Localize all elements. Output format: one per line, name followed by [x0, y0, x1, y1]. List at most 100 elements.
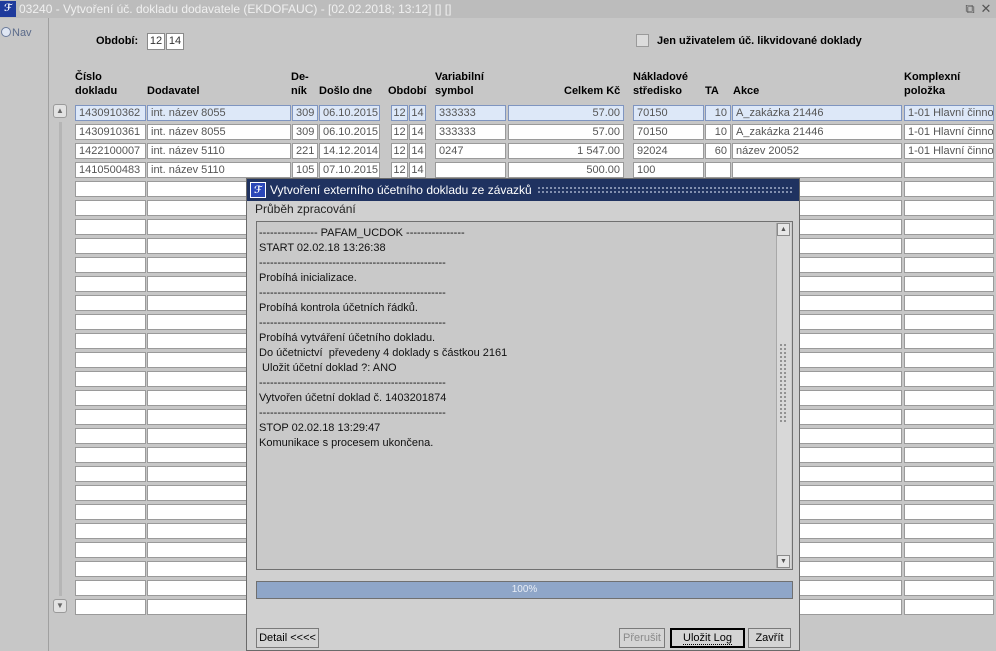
table-cell-cislo[interactable]	[75, 466, 146, 482]
table-cell-cislo[interactable]: 1430910361	[75, 124, 146, 140]
table-cell-komplex[interactable]	[904, 181, 994, 197]
table-cell-komplex[interactable]	[904, 371, 994, 387]
table-cell-cislo[interactable]	[75, 219, 146, 235]
table-cell-komplex[interactable]	[904, 485, 994, 501]
table-cell-denik[interactable]: 221	[292, 143, 318, 159]
table-cell-ta[interactable]: 10	[705, 105, 731, 121]
table-cell-cislo[interactable]	[75, 580, 146, 596]
table-cell-cislo[interactable]	[75, 295, 146, 311]
table-cell-komplex[interactable]	[904, 580, 994, 596]
restore-icon[interactable]: ⧉	[963, 0, 977, 18]
table-cell-vs[interactable]: 333333	[435, 105, 506, 121]
obdobi-field-2[interactable]: 14	[166, 33, 184, 50]
table-cell-akce[interactable]: A_zakázka 21446	[732, 124, 902, 140]
table-cell-ob1[interactable]: 12	[391, 162, 408, 178]
log-scrollbar[interactable]: ▲ ▼	[776, 223, 791, 568]
table-cell-ob2[interactable]: 14	[409, 143, 426, 159]
table-cell-cislo[interactable]: 1422100007	[75, 143, 146, 159]
table-cell-komplex[interactable]	[904, 466, 994, 482]
table-cell-denik[interactable]: 309	[292, 105, 318, 121]
table-cell-komplex[interactable]	[904, 428, 994, 444]
table-cell-cislo[interactable]	[75, 542, 146, 558]
table-cell-ta[interactable]	[705, 162, 731, 178]
table-cell-cislo[interactable]	[75, 238, 146, 254]
table-cell-cislo[interactable]	[75, 447, 146, 463]
table-cell-ob1[interactable]: 12	[391, 143, 408, 159]
table-cell-komplex[interactable]	[904, 219, 994, 235]
table-cell-komplex[interactable]	[904, 542, 994, 558]
table-cell-vs[interactable]: 333333	[435, 124, 506, 140]
table-cell-ob2[interactable]: 14	[409, 124, 426, 140]
table-cell-ob2[interactable]: 14	[409, 162, 426, 178]
nav-button[interactable]: Nav	[1, 27, 32, 39]
table-cell-ta[interactable]: 10	[705, 124, 731, 140]
table-cell-cislo[interactable]	[75, 428, 146, 444]
table-cell-komplex[interactable]	[904, 257, 994, 273]
table-cell-ob1[interactable]: 12	[391, 105, 408, 121]
table-cell-cislo[interactable]	[75, 390, 146, 406]
table-cell-cislo[interactable]	[75, 371, 146, 387]
table-cell-akce[interactable]	[732, 162, 902, 178]
table-scroll-down-icon[interactable]: ▼	[53, 599, 67, 613]
table-cell-naklad[interactable]: 70150	[633, 105, 704, 121]
table-cell-komplex[interactable]: 1-01 Hlavní činnost	[904, 105, 994, 121]
table-cell-cislo[interactable]	[75, 561, 146, 577]
table-scrollbar[interactable]	[59, 122, 62, 596]
table-cell-ta[interactable]: 60	[705, 143, 731, 159]
table-cell-naklad[interactable]: 92024	[633, 143, 704, 159]
table-cell-cislo[interactable]: 1410500483	[75, 162, 146, 178]
table-cell-cislo[interactable]	[75, 485, 146, 501]
log-scroll-up-icon[interactable]: ▲	[777, 223, 790, 236]
table-cell-komplex[interactable]	[904, 523, 994, 539]
table-scroll-up-icon[interactable]: ▲	[53, 104, 67, 118]
table-cell-cislo[interactable]	[75, 523, 146, 539]
table-cell-komplex[interactable]: 1-01 Hlavní činnost	[904, 143, 994, 159]
table-cell-komplex[interactable]	[904, 333, 994, 349]
table-cell-komplex[interactable]	[904, 295, 994, 311]
table-cell-cislo[interactable]	[75, 504, 146, 520]
table-cell-dodavatel[interactable]: int. název 5110	[147, 143, 291, 159]
table-cell-komplex[interactable]	[904, 314, 994, 330]
table-cell-komplex[interactable]	[904, 409, 994, 425]
detail-button[interactable]: Detail <<<<	[256, 628, 319, 648]
table-cell-komplex[interactable]	[904, 352, 994, 368]
dialog-titlebar[interactable]: ℱ Vytvoření externího účetního dokladu z…	[247, 179, 799, 201]
zavrit-button[interactable]: Zavřít	[748, 628, 791, 648]
table-cell-komplex[interactable]	[904, 162, 994, 178]
table-cell-akce[interactable]: A_zakázka 21446	[732, 105, 902, 121]
table-cell-dodavatel[interactable]: int. název 8055	[147, 124, 291, 140]
table-cell-celkem[interactable]: 57.00	[508, 124, 624, 140]
table-cell-celkem[interactable]: 1 547.00	[508, 143, 624, 159]
dialog-drag-grip[interactable]	[537, 186, 792, 194]
table-cell-cislo[interactable]	[75, 599, 146, 615]
table-cell-komplex[interactable]	[904, 390, 994, 406]
table-cell-celkem[interactable]: 57.00	[508, 105, 624, 121]
table-cell-komplex[interactable]: 1-01 Hlavní činnost	[904, 124, 994, 140]
close-icon[interactable]: ✕	[979, 0, 993, 18]
prerusit-button[interactable]: Přerušit	[619, 628, 665, 648]
table-cell-doslo[interactable]: 14.12.2014	[319, 143, 380, 159]
table-cell-cislo[interactable]	[75, 181, 146, 197]
table-cell-cislo[interactable]	[75, 257, 146, 273]
ulozit-log-button[interactable]: Uložit Log	[670, 628, 745, 648]
table-cell-naklad[interactable]: 70150	[633, 124, 704, 140]
log-scroll-thumb[interactable]	[779, 343, 788, 423]
table-cell-vs[interactable]: 0247	[435, 143, 506, 159]
table-cell-akce[interactable]: název 20052	[732, 143, 902, 159]
table-cell-vs[interactable]	[435, 162, 506, 178]
table-cell-naklad[interactable]: 100	[633, 162, 704, 178]
table-cell-dodavatel[interactable]: int. název 5110	[147, 162, 291, 178]
table-cell-cislo[interactable]	[75, 200, 146, 216]
table-cell-doslo[interactable]: 06.10.2015	[319, 124, 380, 140]
table-cell-doslo[interactable]: 06.10.2015	[319, 105, 380, 121]
table-cell-ob2[interactable]: 14	[409, 105, 426, 121]
log-scroll-down-icon[interactable]: ▼	[777, 555, 790, 568]
table-cell-denik[interactable]: 105	[292, 162, 318, 178]
jen-likvidovane-checkbox[interactable]	[636, 34, 649, 47]
table-cell-celkem[interactable]: 500.00	[508, 162, 624, 178]
table-cell-komplex[interactable]	[904, 504, 994, 520]
table-cell-ob1[interactable]: 12	[391, 124, 408, 140]
table-cell-komplex[interactable]	[904, 200, 994, 216]
table-cell-dodavatel[interactable]: int. název 8055	[147, 105, 291, 121]
table-cell-komplex[interactable]	[904, 447, 994, 463]
